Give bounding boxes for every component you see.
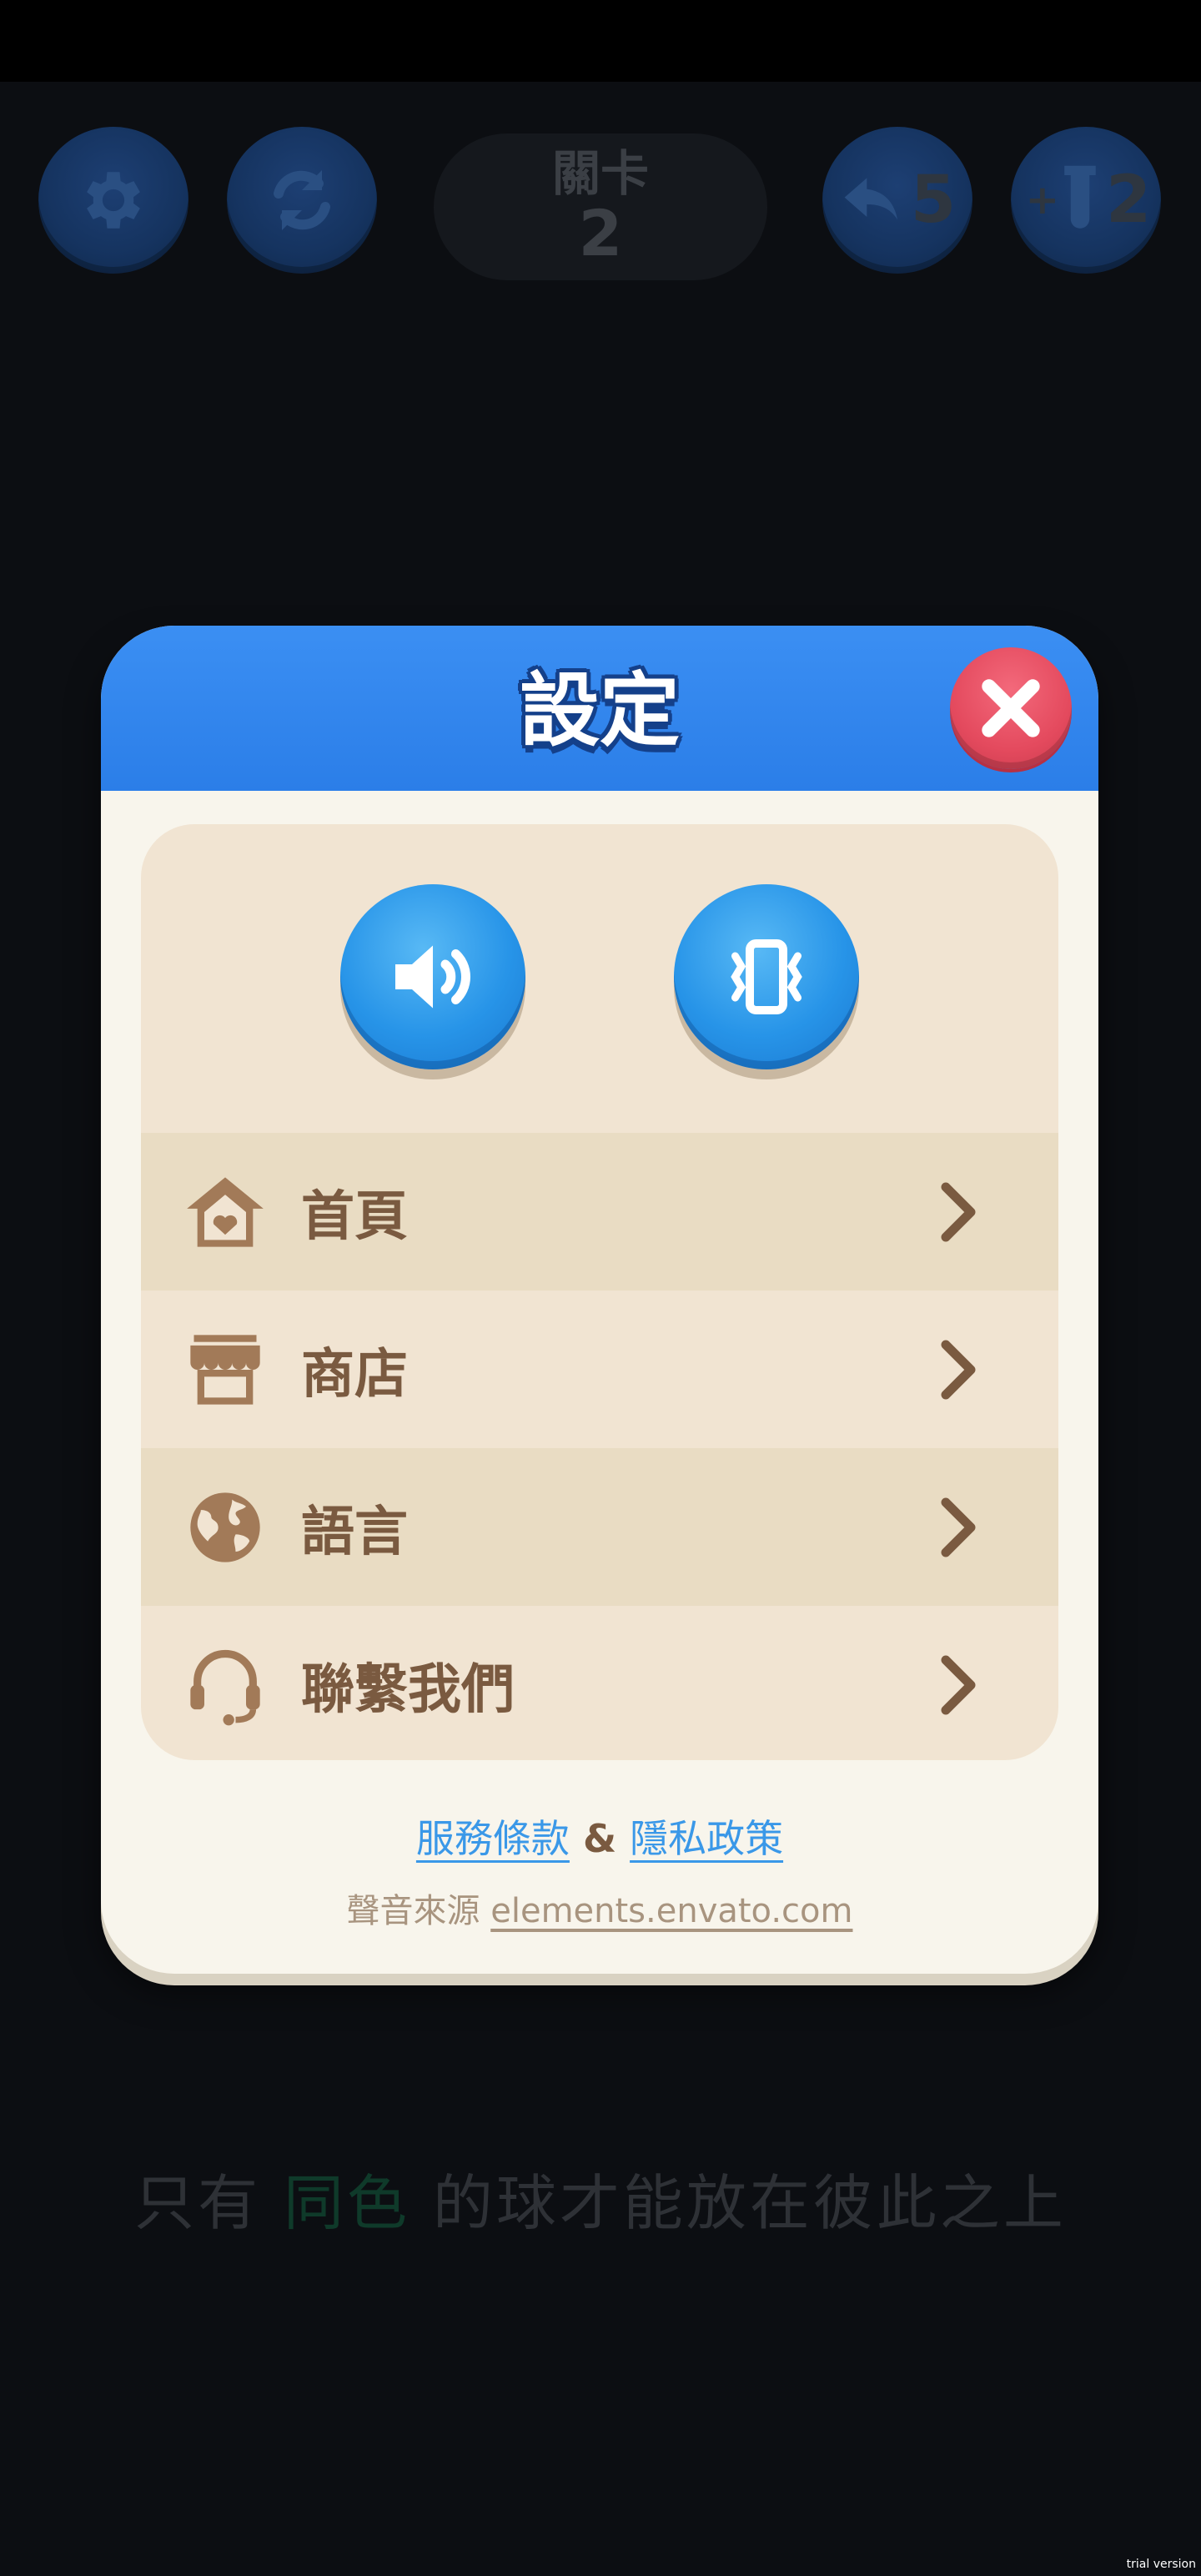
shop-icon bbox=[179, 1324, 271, 1416]
close-button[interactable] bbox=[950, 647, 1072, 769]
hint-text: 只有 同色 的球才能放在彼此之上 bbox=[0, 2154, 1201, 2241]
tube-icon bbox=[1064, 165, 1096, 229]
undo-button[interactable]: 5 bbox=[822, 127, 972, 274]
sound-source-link[interactable]: elements.envato.com bbox=[490, 1892, 852, 1930]
speaker-icon bbox=[395, 945, 470, 1009]
sound-toggle-button[interactable] bbox=[340, 884, 525, 1069]
menu-label-language: 語言 bbox=[301, 1501, 408, 1563]
menu-item-language[interactable]: 語言 bbox=[141, 1448, 1058, 1606]
chevron-right-icon bbox=[925, 1643, 992, 1727]
sound-source: 聲音來源 elements.envato.com bbox=[101, 1884, 1098, 1932]
close-icon bbox=[982, 679, 1040, 737]
terms-link[interactable]: 服務條款 bbox=[416, 1816, 570, 1861]
vibration-icon bbox=[731, 939, 802, 1014]
chevron-right-icon bbox=[925, 1486, 992, 1569]
level-indicator: 關卡 2 bbox=[434, 133, 767, 280]
menu-item-shop[interactable]: 商店 bbox=[141, 1291, 1058, 1448]
undo-count: 5 bbox=[910, 163, 957, 238]
menu-label-contact: 聯繫我們 bbox=[301, 1658, 515, 1721]
chevron-right-icon bbox=[925, 1170, 992, 1254]
headset-icon bbox=[179, 1639, 271, 1731]
level-label: 關卡 bbox=[551, 145, 649, 202]
legal-links: 服務條款 & 隱私政策 bbox=[101, 1809, 1098, 1864]
dialog-title: 設定 bbox=[520, 664, 680, 757]
restart-button[interactable] bbox=[227, 127, 377, 274]
hint-before: 只有 bbox=[134, 2168, 262, 2238]
menu-label-shop: 商店 bbox=[301, 1343, 408, 1406]
hint-highlight: 同色 bbox=[283, 2168, 410, 2238]
status-bar bbox=[0, 0, 1201, 82]
watermark: trial version bbox=[1126, 2558, 1196, 2571]
vibration-toggle-button[interactable] bbox=[674, 884, 859, 1069]
level-number: 2 bbox=[578, 196, 623, 270]
add-tube-plus: + bbox=[1025, 177, 1059, 224]
home-icon bbox=[179, 1166, 271, 1258]
globe-icon bbox=[179, 1482, 271, 1573]
settings-panel: 首頁 商店 語言 聯繫我們 bbox=[141, 824, 1058, 1760]
undo-icon bbox=[844, 178, 897, 220]
menu-item-contact[interactable]: 聯繫我們 bbox=[141, 1606, 1058, 1760]
tube-count: 2 bbox=[1105, 163, 1152, 238]
refresh-icon bbox=[274, 170, 330, 230]
menu-item-home[interactable]: 首頁 bbox=[141, 1133, 1058, 1291]
links-ampersand: & bbox=[582, 1816, 617, 1861]
add-tube-button[interactable]: + 2 bbox=[1011, 127, 1161, 274]
privacy-link[interactable]: 隱私政策 bbox=[630, 1816, 783, 1861]
hint-after: 的球才能放在彼此之上 bbox=[432, 2168, 1067, 2238]
settings-dialog: 設定 首頁 商店 語言 聯繫我們 服務條款 & 隱私政策 聲音來源 elemen… bbox=[101, 626, 1098, 1974]
settings-button[interactable] bbox=[38, 127, 188, 274]
sound-source-prefix: 聲音來源 bbox=[346, 1892, 480, 1930]
menu-label-home: 首頁 bbox=[301, 1185, 408, 1248]
chevron-right-icon bbox=[925, 1328, 992, 1411]
gear-icon bbox=[87, 172, 140, 229]
